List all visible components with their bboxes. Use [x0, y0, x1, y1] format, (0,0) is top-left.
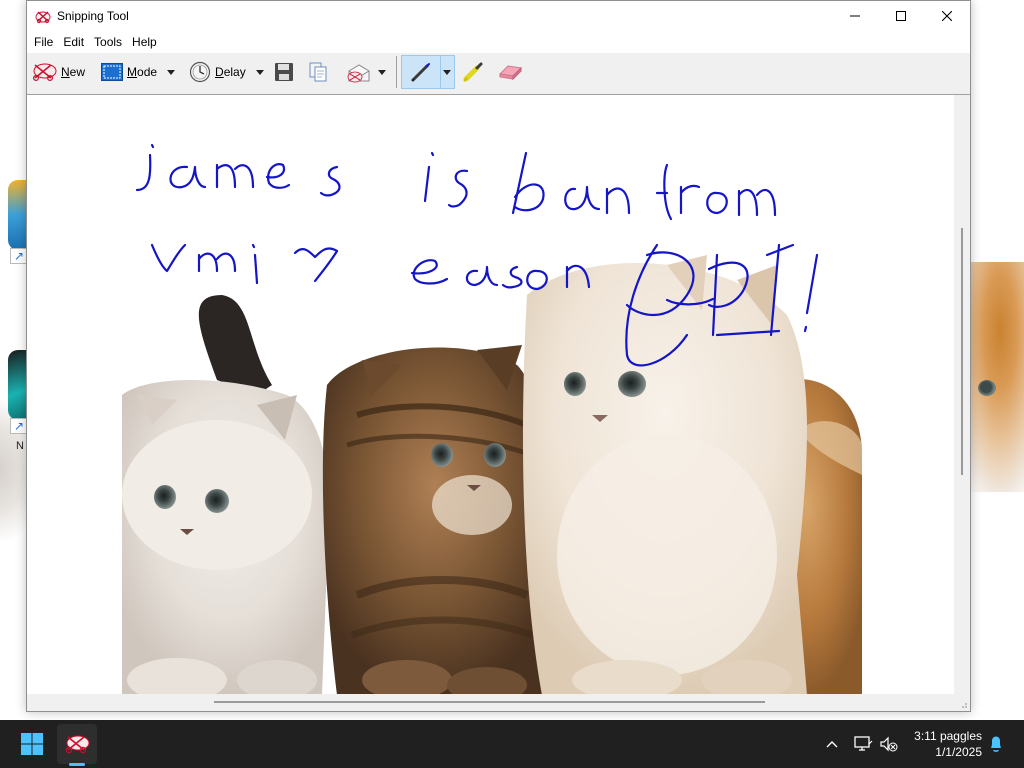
clock-icon — [189, 61, 211, 83]
windows-logo-icon — [21, 733, 43, 755]
maximize-button[interactable] — [878, 1, 924, 31]
scissors-icon — [32, 63, 57, 82]
toolbar-separator — [395, 56, 397, 88]
show-hidden-icons-chevron-icon[interactable] — [822, 734, 842, 754]
window-title: Snipping Tool — [57, 9, 129, 23]
pen-dropdown-arrow-icon[interactable] — [440, 55, 455, 89]
snipping-tool-window: Snipping Tool File Edit Tools Help New M… — [26, 0, 971, 712]
menu-tools[interactable]: Tools — [89, 31, 127, 53]
maximize-icon — [896, 11, 906, 21]
delay-dropdown-arrow-icon[interactable] — [254, 57, 266, 87]
copy-icon — [309, 62, 327, 82]
taskbar: 3:11 paggles 1/1/2025 — [0, 720, 1024, 768]
eraser-button[interactable] — [493, 57, 527, 87]
pen-tool-button[interactable] — [400, 55, 441, 89]
kittens-photo — [122, 143, 862, 703]
new-label: New — [61, 65, 86, 79]
network-icon[interactable] — [853, 734, 873, 754]
resize-grip-icon — [962, 703, 967, 708]
system-clock[interactable]: 3:11 paggles 1/1/2025 — [906, 728, 982, 760]
send-email-icon — [347, 64, 370, 83]
save-snip-button[interactable] — [270, 57, 298, 87]
vertical-scrollbar-thumb[interactable] — [961, 228, 963, 475]
snipping-tool-taskbar-icon — [65, 735, 90, 754]
minimize-button[interactable] — [832, 1, 878, 31]
mode-icon — [101, 63, 124, 81]
send-dropdown-arrow-icon[interactable] — [376, 57, 388, 87]
new-snip-button[interactable]: New — [27, 57, 89, 87]
horizontal-scrollbar[interactable] — [27, 694, 954, 711]
taskbar-snipping-tool[interactable] — [57, 724, 97, 764]
vertical-scrollbar[interactable] — [954, 95, 970, 695]
delay-button[interactable]: Delay — [185, 57, 270, 87]
desktop-shortcut-1[interactable]: ↗ — [6, 180, 28, 270]
start-button[interactable] — [14, 728, 50, 760]
close-button[interactable] — [924, 1, 970, 31]
menu-edit[interactable]: Edit — [58, 31, 89, 53]
mode-button[interactable]: Mode — [97, 57, 181, 87]
eraser-icon — [498, 65, 522, 81]
snip-canvas-area — [27, 94, 970, 711]
clock-time: 3:11 paggles — [914, 729, 982, 743]
send-snip-button[interactable] — [342, 57, 392, 87]
mode-dropdown-arrow-icon[interactable] — [165, 57, 177, 87]
desktop-shortcut-2[interactable]: ↗ N — [6, 350, 28, 452]
title-bar[interactable]: Snipping Tool — [27, 1, 970, 31]
delay-label: Delay — [215, 65, 246, 79]
pen-icon — [411, 63, 430, 82]
resize-grip[interactable] — [954, 694, 970, 711]
menu-bar: File Edit Tools Help — [27, 31, 970, 53]
mode-label: Mode — [127, 65, 158, 79]
snipping-tool-app-icon — [35, 11, 51, 24]
menu-help[interactable]: Help — [127, 31, 162, 53]
minimize-icon — [850, 15, 860, 17]
volume-muted-icon[interactable] — [879, 734, 899, 754]
notifications-bell-icon[interactable] — [986, 734, 1006, 754]
save-icon — [274, 63, 293, 81]
horizontal-scrollbar-thumb[interactable] — [214, 701, 765, 703]
toolbar: New Mode Delay — [27, 53, 970, 91]
highlighter-icon — [463, 62, 483, 82]
background-cat-eye — [978, 380, 996, 396]
close-icon — [942, 11, 952, 21]
highlighter-button[interactable] — [457, 57, 489, 87]
app-icon — [8, 350, 28, 420]
clock-date: 1/1/2025 — [935, 745, 982, 759]
taskbar-active-indicator — [69, 763, 85, 766]
desktop-shortcut-label: N — [16, 440, 24, 452]
app-icon — [8, 180, 28, 250]
background-cat-image — [968, 262, 1024, 492]
copy-button[interactable] — [304, 57, 332, 87]
snip-image[interactable] — [27, 95, 954, 703]
menu-file[interactable]: File — [29, 31, 58, 53]
